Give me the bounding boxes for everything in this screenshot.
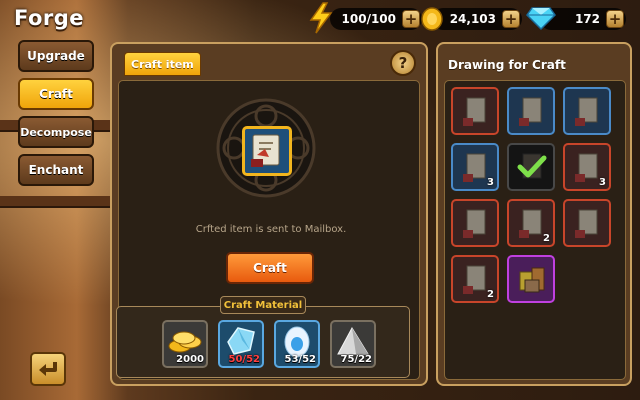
material-blue-egg-stone[interactable]: 53/52: [274, 320, 320, 368]
lightning-icon: [309, 2, 333, 34]
drawings-panel: Drawing for Craft 3 3 2 2: [436, 42, 632, 386]
mailbox-notice: Crfted item is sent to Mailbox.: [195, 224, 347, 235]
shelf-decoration: [0, 196, 120, 206]
craft-item-tab[interactable]: Craft item: [124, 52, 201, 76]
drawing-slot[interactable]: 3: [451, 143, 499, 191]
drawing-slot[interactable]: [451, 87, 499, 135]
checkmark-icon: [517, 155, 547, 178]
add-gold-button[interactable]: +: [502, 10, 520, 28]
drawing-slot[interactable]: 2: [451, 255, 499, 303]
craft-button[interactable]: Craft: [226, 252, 314, 284]
drawings-title: Drawing for Craft: [448, 58, 566, 72]
stamina-counter: 100/100 +: [330, 8, 422, 30]
material-bundle-icon: [519, 267, 545, 293]
drawings-grid: 3 3 2 2: [444, 80, 626, 380]
gem-value: 172: [574, 12, 600, 26]
return-arrow-icon: [39, 362, 57, 376]
material-blue-crystal[interactable]: 50/52: [218, 320, 264, 368]
drawing-slot[interactable]: [451, 199, 499, 247]
diamond-icon: [526, 7, 556, 31]
drawing-scroll-icon: [575, 97, 598, 126]
craft-panel: Craft item ? Crfted item is sent to Mail…: [110, 42, 428, 386]
drawing-scroll-icon: [251, 134, 280, 167]
material-count: 50/52: [228, 354, 260, 365]
drawing-slot[interactable]: 3: [563, 143, 611, 191]
drawing-count: 2: [543, 233, 550, 244]
add-stamina-button[interactable]: +: [402, 10, 420, 28]
drawing-count: 2: [487, 289, 494, 300]
drawing-scroll-icon: [463, 97, 486, 126]
drawing-scroll-icon: [575, 209, 598, 238]
page-title: Forge: [14, 6, 85, 30]
drawing-slot[interactable]: [507, 87, 555, 135]
gold-value: 24,103: [449, 12, 496, 26]
drawing-slot[interactable]: [563, 199, 611, 247]
drawing-count: 3: [487, 177, 494, 188]
back-button[interactable]: [30, 352, 66, 386]
drawing-count: 3: [599, 177, 606, 188]
material-count: 53/52: [284, 354, 316, 365]
drawing-scroll-icon: [519, 97, 542, 126]
tab-decompose[interactable]: Decompose: [18, 116, 94, 148]
help-button[interactable]: ?: [390, 50, 416, 76]
gold-coin-icon: [421, 7, 443, 31]
craft-material-title: Craft Material: [220, 296, 306, 314]
add-gems-button[interactable]: +: [606, 10, 624, 28]
drawing-slot[interactable]: [507, 255, 555, 303]
drawing-scroll-icon: [463, 209, 486, 238]
drawing-slot-selected[interactable]: [507, 143, 555, 191]
material-count: 75/22: [340, 354, 372, 365]
material-count: 2000: [176, 354, 204, 365]
tab-upgrade[interactable]: Upgrade: [18, 40, 94, 72]
selected-drawing-slot[interactable]: [242, 126, 292, 176]
stamina-value: 100/100: [341, 12, 396, 26]
drawing-slot[interactable]: 2: [507, 199, 555, 247]
drawing-slot[interactable]: [563, 87, 611, 135]
tab-enchant[interactable]: Enchant: [18, 154, 94, 186]
material-silver-ore[interactable]: 75/22: [330, 320, 376, 368]
tab-craft[interactable]: Craft: [18, 78, 94, 110]
material-gold-coins[interactable]: 2000: [162, 320, 208, 368]
